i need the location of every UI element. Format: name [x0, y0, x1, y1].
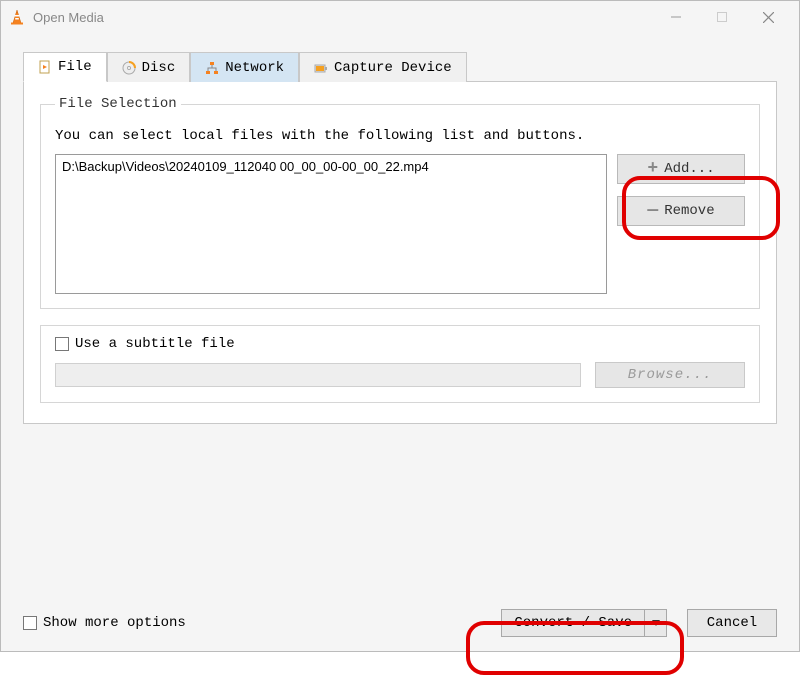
vlc-cone-icon [9, 9, 25, 25]
disc-icon [122, 61, 136, 75]
maximize-button[interactable] [699, 2, 745, 32]
footer: Show more options Convert / Save Cancel [23, 599, 777, 637]
tab-network[interactable]: Network [190, 52, 299, 82]
subtitle-path-input [55, 363, 581, 387]
network-icon [205, 61, 219, 75]
chevron-down-icon [652, 620, 660, 626]
convert-save-button[interactable]: Convert / Save [501, 609, 667, 637]
subtitle-checkbox-label: Use a subtitle file [75, 336, 235, 352]
checkbox-icon[interactable] [23, 616, 37, 630]
content-area: File Disc Network Capture Device File Se… [1, 33, 799, 651]
tab-file[interactable]: File [23, 52, 107, 82]
add-button[interactable]: + Add... [617, 154, 745, 184]
add-label: Add... [664, 161, 714, 177]
tab-capture-device[interactable]: Capture Device [299, 52, 467, 82]
tab-label: Capture Device [334, 60, 452, 76]
capture-icon [314, 61, 328, 75]
checkbox-icon[interactable] [55, 337, 69, 351]
file-panel: File Selection You can select local file… [23, 81, 777, 424]
minimize-button[interactable] [653, 2, 699, 32]
tab-disc[interactable]: Disc [107, 52, 191, 82]
remove-button[interactable]: — Remove [617, 196, 745, 226]
file-icon [38, 60, 52, 74]
file-selection-legend: File Selection [55, 96, 181, 112]
plus-icon: + [647, 160, 658, 178]
close-button[interactable] [745, 2, 791, 32]
minus-icon: — [647, 202, 658, 220]
tab-bar: File Disc Network Capture Device [23, 51, 777, 81]
remove-label: Remove [664, 203, 714, 219]
convert-dropdown[interactable] [644, 610, 666, 636]
tab-label: Network [225, 60, 284, 76]
file-list[interactable]: D:\Backup\Videos\20240109_112040 00_00_0… [55, 154, 607, 294]
show-more-row[interactable]: Show more options [23, 615, 186, 631]
browse-button: Browse... [595, 362, 745, 388]
window-controls [653, 2, 791, 32]
tab-label: File [58, 59, 92, 75]
show-more-label: Show more options [43, 615, 186, 631]
file-selection-group: File Selection You can select local file… [40, 96, 760, 309]
subtitle-checkbox-row[interactable]: Use a subtitle file [55, 336, 745, 352]
cancel-button[interactable]: Cancel [687, 609, 777, 637]
window-title: Open Media [33, 10, 653, 25]
tab-label: Disc [142, 60, 176, 76]
titlebar: Open Media [1, 1, 799, 33]
browse-label: Browse... [628, 367, 713, 383]
cancel-label: Cancel [707, 615, 757, 631]
convert-label: Convert / Save [502, 610, 644, 636]
open-media-window: Open Media File Disc Network Capture Dev [0, 0, 800, 652]
file-list-item[interactable]: D:\Backup\Videos\20240109_112040 00_00_0… [62, 159, 600, 174]
subtitle-group: Use a subtitle file Browse... [40, 325, 760, 403]
file-selection-help: You can select local files with the foll… [55, 128, 745, 144]
